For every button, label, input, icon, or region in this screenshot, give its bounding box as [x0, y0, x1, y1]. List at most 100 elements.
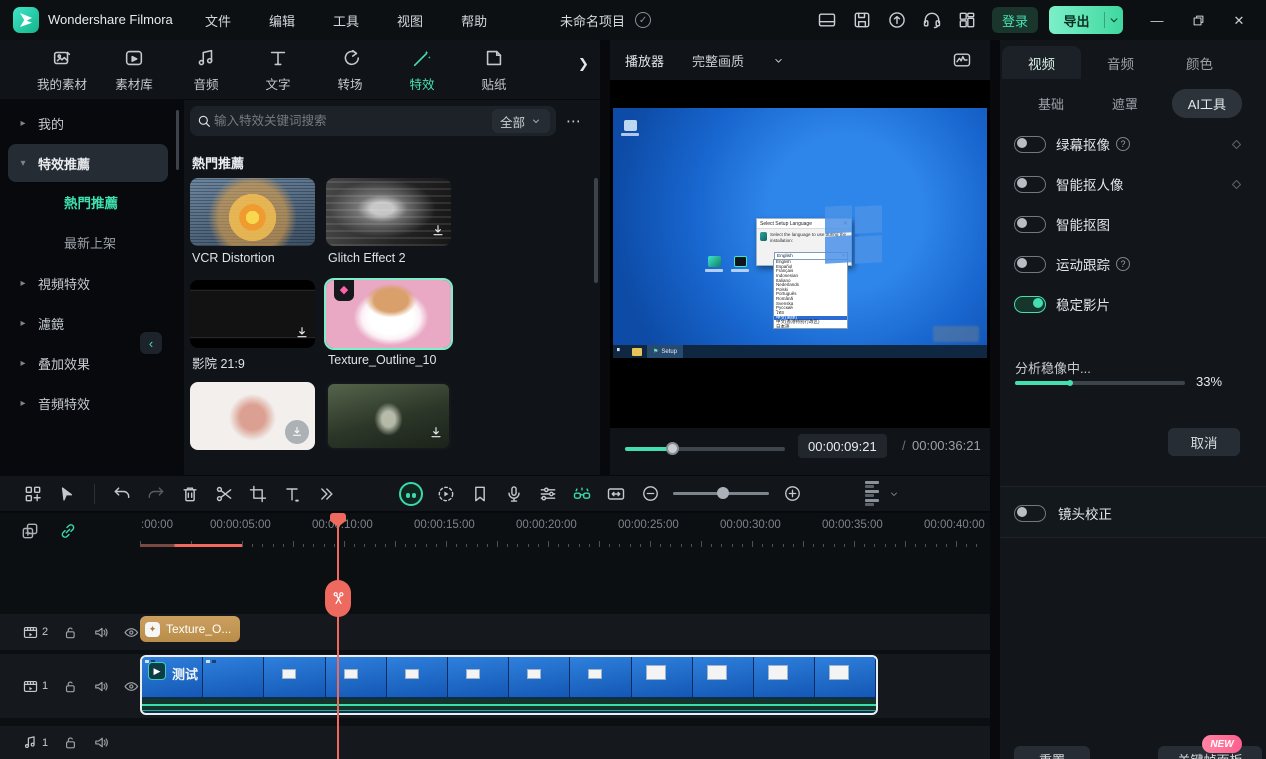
redo-button[interactable]: [139, 479, 173, 509]
save-button[interactable]: [848, 6, 876, 34]
flag-button[interactable]: [463, 479, 497, 509]
layout-button[interactable]: [813, 6, 841, 34]
menu-3[interactable]: 视图: [378, 0, 442, 40]
track-lock-button[interactable]: [62, 624, 79, 641]
search-input[interactable]: [212, 113, 492, 129]
toggle-2[interactable]: [1014, 216, 1046, 233]
window-minimize-button[interactable]: —: [1140, 6, 1174, 34]
filter-dropdown[interactable]: 全部: [492, 109, 550, 133]
property-subtab-0[interactable]: 基础: [1024, 90, 1078, 117]
download-icon[interactable]: [428, 425, 444, 444]
property-tab-0[interactable]: 视频: [1002, 46, 1081, 79]
media-tab-sticker[interactable]: 贴纸: [458, 40, 530, 100]
timeline-ruler[interactable]: :00:0000:00:05:0000:00:10:0000:00:15:000…: [140, 517, 990, 549]
more2-button[interactable]: [309, 479, 343, 509]
zoom-out-button[interactable]: [633, 479, 667, 509]
mixer-button[interactable]: [531, 479, 565, 509]
menu-1[interactable]: 编辑: [250, 0, 314, 40]
download-icon[interactable]: [294, 325, 310, 344]
effect-card-影院 21:9[interactable]: [190, 280, 315, 348]
track-speaker-button[interactable]: [93, 734, 110, 751]
timeline-zoom-slider[interactable]: [673, 492, 769, 495]
video-preview[interactable]: Select Setup Language✕ Select the langua…: [610, 80, 990, 428]
sidebar-item-2[interactable]: 熱門推薦: [8, 184, 168, 220]
cancel-button[interactable]: 取消: [1168, 428, 1240, 456]
export-chevron-icon[interactable]: [1105, 13, 1123, 27]
scopes-icon[interactable]: [950, 49, 974, 71]
media-tab-effects[interactable]: 特效: [386, 40, 458, 100]
scrub-knob[interactable]: [666, 442, 679, 455]
trash-button[interactable]: [173, 479, 207, 509]
media-tab-text[interactable]: 文字: [242, 40, 314, 100]
undo-button[interactable]: [105, 479, 139, 509]
effect-card-VCR Distortion[interactable]: [190, 178, 315, 246]
effect-card-field[interactable]: [326, 382, 451, 450]
login-button[interactable]: 登录: [992, 7, 1038, 33]
render-button[interactable]: [429, 479, 463, 509]
upload-button[interactable]: [883, 6, 911, 34]
menu-0[interactable]: 文件: [186, 0, 250, 40]
media-tab-audio[interactable]: 音频: [170, 40, 242, 100]
window-restore-button[interactable]: [1181, 6, 1215, 34]
glasses-button[interactable]: [565, 479, 599, 509]
track-lane-video1[interactable]: 1▶测试: [0, 654, 990, 718]
toggle-1[interactable]: [1014, 176, 1046, 193]
scrub-slider[interactable]: [625, 447, 785, 451]
toggle-0[interactable]: [1014, 136, 1046, 153]
grid-button[interactable]: [16, 479, 50, 509]
workspace-button[interactable]: [953, 6, 981, 34]
texttool-button[interactable]: [275, 479, 309, 509]
export-button[interactable]: 导出: [1049, 6, 1123, 34]
reset-button[interactable]: 重置: [1014, 746, 1090, 759]
more-options-button[interactable]: ⋯: [566, 112, 582, 130]
effect-card-Glitch Effect 2[interactable]: [326, 178, 451, 246]
copyplus-button[interactable]: [20, 521, 40, 541]
track-manager-button[interactable]: [865, 479, 901, 508]
help-icon[interactable]: ?: [1116, 137, 1130, 151]
link-button[interactable]: [58, 521, 78, 541]
effects-search-bar[interactable]: 全部: [190, 106, 556, 136]
property-tab-1[interactable]: 音频: [1081, 46, 1160, 79]
media-tab-media[interactable]: 我的素材: [26, 40, 98, 100]
zoom-knob[interactable]: [717, 487, 729, 499]
track-speaker-button[interactable]: [93, 678, 110, 695]
sidebar-group-1[interactable]: ▾特效推薦: [8, 144, 168, 182]
effect-card-portrait[interactable]: [190, 382, 315, 450]
playback-quality-dropdown[interactable]: 完整画质: [692, 51, 785, 70]
media-tab-stock[interactable]: 素材库: [98, 40, 170, 100]
toggle-3[interactable]: [1014, 256, 1046, 273]
ai-copilot-button[interactable]: [399, 479, 429, 509]
effects-scrollbar[interactable]: [594, 178, 598, 283]
property-subtab-1[interactable]: 遮罩: [1098, 90, 1152, 117]
crop-button[interactable]: [241, 479, 275, 509]
property-tab-2[interactable]: 颜色: [1160, 46, 1239, 79]
help-icon[interactable]: ?: [1116, 257, 1130, 271]
split-scissors-button[interactable]: [325, 580, 351, 617]
sidebar-collapse-button[interactable]: ‹: [140, 332, 162, 354]
track-lane-video2[interactable]: 2✦Texture_O...: [0, 614, 990, 650]
cursor-button[interactable]: [50, 479, 84, 509]
track-lock-button[interactable]: [62, 734, 79, 751]
effect-clip[interactable]: ✦Texture_O...: [140, 616, 240, 642]
lens-correction-toggle[interactable]: [1014, 505, 1046, 522]
download-icon[interactable]: [285, 420, 309, 444]
download-icon[interactable]: [430, 223, 446, 242]
track-eye-button[interactable]: [123, 624, 140, 641]
menu-4[interactable]: 帮助: [442, 0, 506, 40]
fit-button[interactable]: [599, 479, 633, 509]
track-eye-button[interactable]: [123, 678, 140, 695]
track-lane-audio1[interactable]: 1: [0, 726, 990, 759]
mic-button[interactable]: [497, 479, 531, 509]
playhead-line[interactable]: [337, 513, 339, 759]
toggle-4[interactable]: [1014, 296, 1046, 313]
window-close-button[interactable]: ✕: [1222, 6, 1256, 34]
property-subtab-2[interactable]: AI工具: [1172, 89, 1242, 118]
media-tab-transition[interactable]: 转场: [314, 40, 386, 100]
video-clip[interactable]: ▶测试: [140, 655, 878, 715]
track-speaker-button[interactable]: [93, 624, 110, 641]
sidebar-group-7[interactable]: ▸音頻特效: [8, 384, 168, 422]
track-lock-button[interactable]: [62, 678, 79, 695]
current-timecode[interactable]: 00:00:09:21: [798, 434, 887, 458]
sidebar-item-3[interactable]: 最新上架: [8, 224, 168, 260]
sidebar-scrollbar[interactable]: [176, 110, 179, 170]
